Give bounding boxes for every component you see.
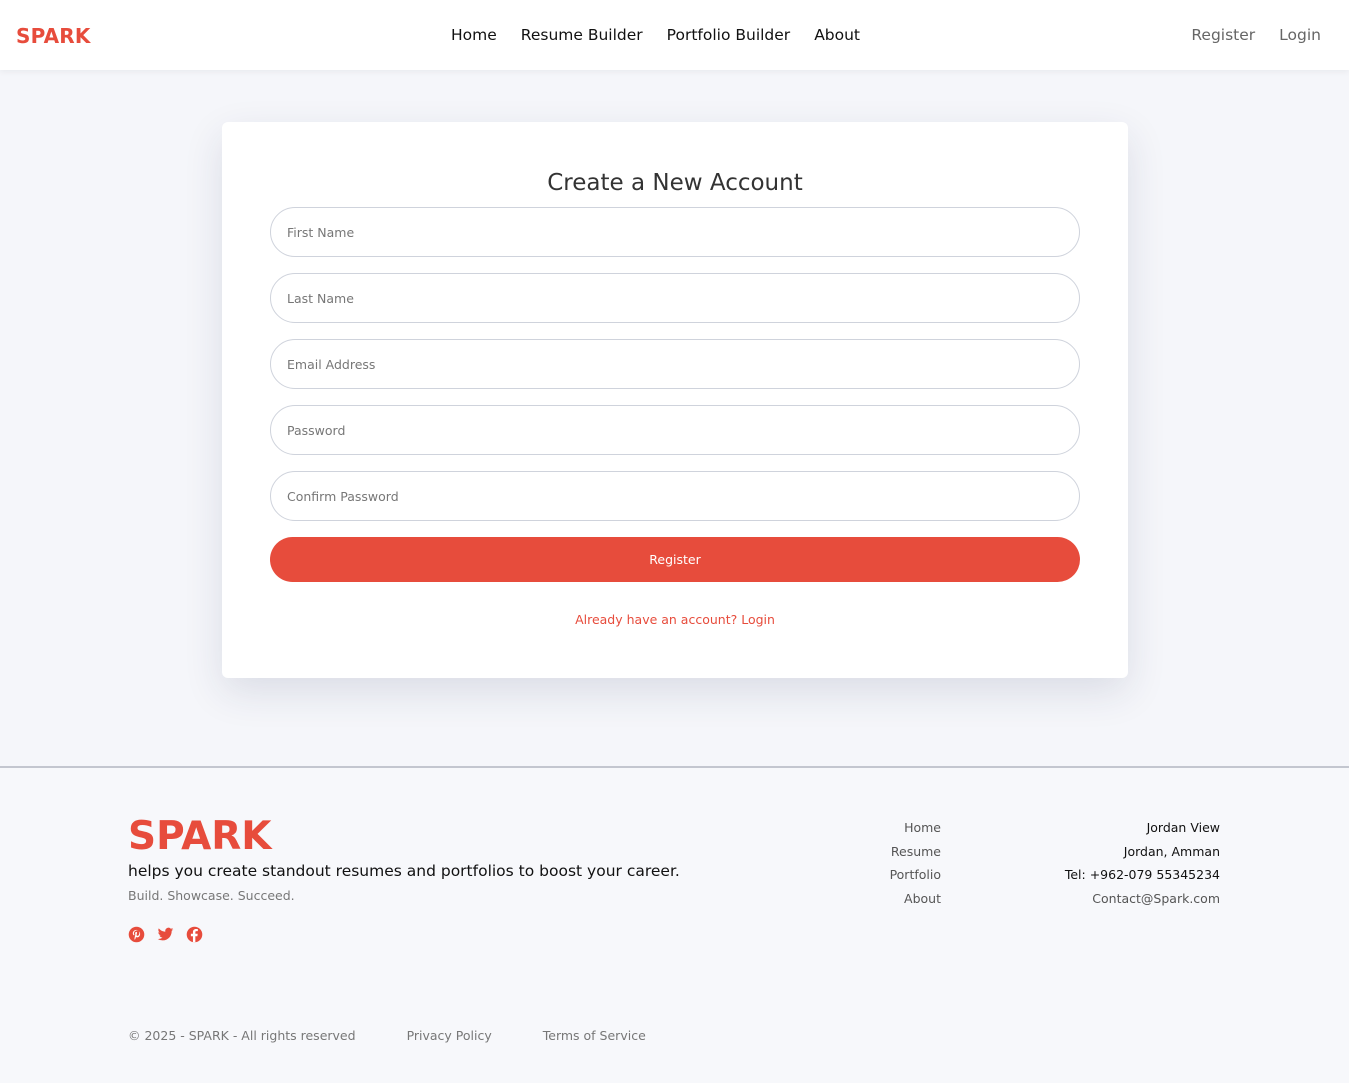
main-nav: Home Resume Builder Portfolio Builder Ab… (451, 26, 860, 44)
footer: SPARK helps you create standout resumes … (0, 766, 1349, 1083)
contact-phone: Tel: +962-079 55345234 (1064, 867, 1220, 882)
contact-line2: Jordan, Amman (1123, 843, 1220, 859)
twitter-icon[interactable] (157, 926, 174, 943)
social-links (128, 926, 203, 943)
facebook-icon[interactable] (186, 926, 203, 943)
confirm-password-input[interactable] (270, 471, 1080, 521)
page-title: Create a New Account (547, 170, 803, 196)
privacy-policy-link[interactable]: Privacy Policy (407, 1028, 492, 1043)
nav-home[interactable]: Home (451, 26, 497, 44)
register-button[interactable]: Register (270, 537, 1080, 582)
first-name-input[interactable] (270, 207, 1080, 257)
password-input[interactable] (270, 405, 1080, 455)
brand-logo[interactable]: SPARK (16, 24, 91, 48)
copyright-text: © 2025 - SPARK - All rights reserved (128, 1028, 356, 1043)
navbar: SPARK Home Resume Builder Portfolio Buil… (0, 0, 1349, 70)
nav-register[interactable]: Register (1191, 26, 1255, 44)
contact-info: Jordan View Jordan, Amman Tel: +962-079 … (1065, 816, 1220, 910)
footer-link-portfolio[interactable]: Portfolio (890, 863, 941, 887)
footer-tagline: helps you create standout resumes and po… (128, 862, 680, 880)
nav-resume-builder[interactable]: Resume Builder (521, 26, 643, 44)
contact-line1: Jordan View (1146, 820, 1220, 835)
footer-link-resume[interactable]: Resume (890, 840, 941, 864)
auth-nav: Register Login (1191, 26, 1321, 44)
nav-login[interactable]: Login (1279, 26, 1321, 44)
nav-portfolio-builder[interactable]: Portfolio Builder (667, 26, 791, 44)
footer-link-home[interactable]: Home (890, 816, 941, 840)
footer-bottom-bar: © 2025 - SPARK - All rights reserved Pri… (128, 1028, 646, 1043)
terms-of-service-link[interactable]: Terms of Service (543, 1028, 646, 1043)
last-name-input[interactable] (270, 273, 1080, 323)
email-input[interactable] (270, 339, 1080, 389)
footer-motto: Build. Showcase. Succeed. (128, 888, 295, 903)
register-card: Create a New Account Register Already ha… (222, 122, 1128, 678)
footer-brand: SPARK (128, 814, 272, 859)
contact-email[interactable]: Contact@Spark.com (1065, 887, 1220, 911)
login-link[interactable]: Already have an account? Login (222, 612, 1128, 627)
pinterest-icon[interactable] (128, 926, 145, 943)
nav-about[interactable]: About (814, 26, 860, 44)
footer-links: Home Resume Portfolio About (890, 816, 941, 910)
footer-link-about[interactable]: About (890, 887, 941, 911)
